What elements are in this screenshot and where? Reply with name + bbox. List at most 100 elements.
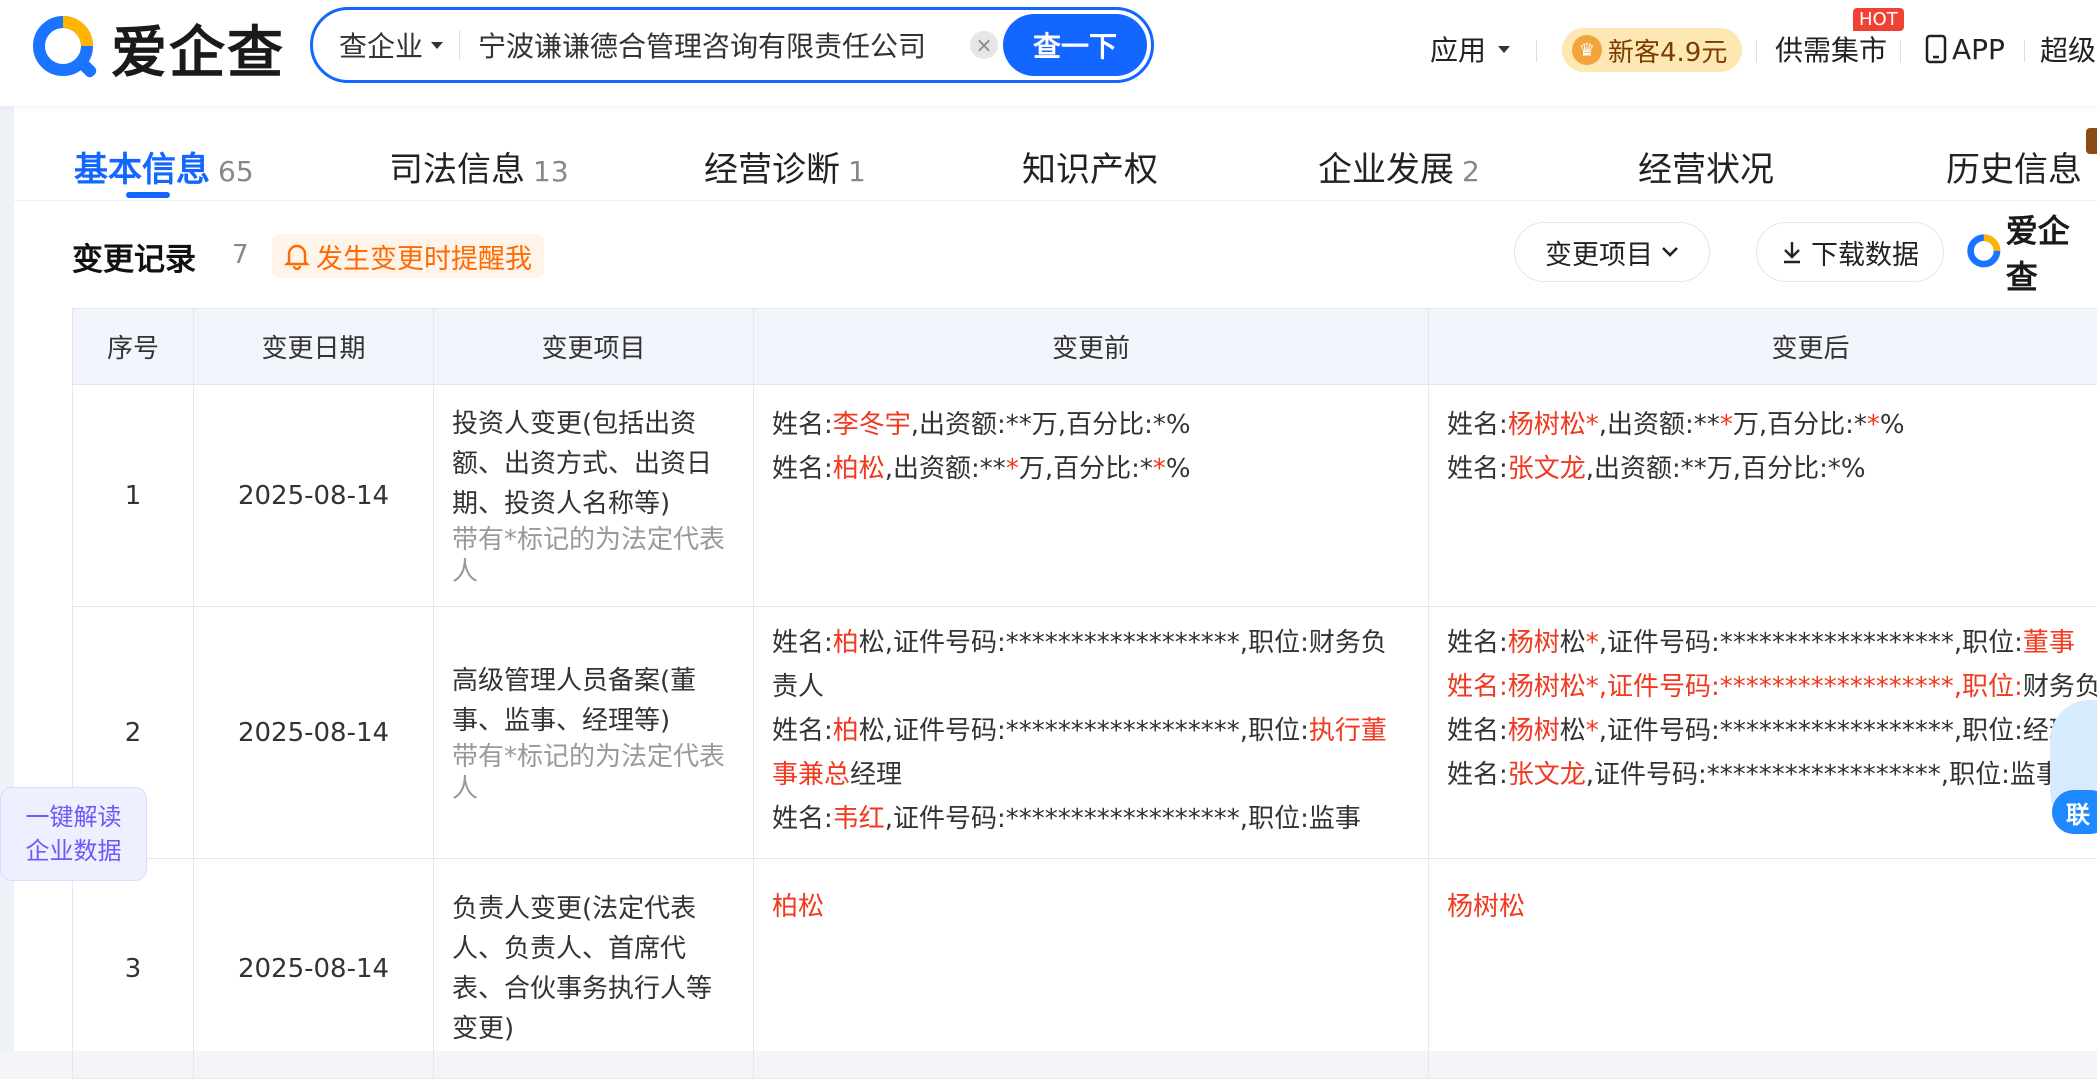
supply-demand-market-link[interactable]: 供需集市 <box>1775 26 1887 72</box>
tab-judicial-info[interactable]: 司法信息13 <box>389 142 569 191</box>
column-header: 变更项目 <box>434 309 754 385</box>
detail-text: 姓名: <box>772 716 833 746</box>
change-detail-line: 姓名:张文龙,出资额:**万,百分比:*% <box>1447 447 2097 491</box>
phone-icon <box>1924 34 1948 64</box>
logo[interactable]: 爱企查 <box>27 8 285 88</box>
tab-operation-diagnosis[interactable]: 经营诊断1 <box>704 142 866 191</box>
search-input[interactable] <box>476 28 960 63</box>
detail-text: 万,百分比:* <box>1019 454 1153 484</box>
highlighted-text: * <box>1720 410 1733 440</box>
detail-text: 经理 <box>850 760 902 790</box>
change-detail-line: 姓名:张文龙,证件号码:******************,职位:监事 <box>1447 753 2097 797</box>
change-detail-line: 姓名:柏松,出资额:***万,百分比:**% <box>772 447 1410 491</box>
search-type-dropdown[interactable]: 查企业 <box>339 25 443 65</box>
tab-bar: 基本信息65 司法信息13 经营诊断1 知识产权 企业发展2 经营状况 历史信息 <box>14 106 2097 201</box>
change-item-filter[interactable]: 变更项目 <box>1514 222 1710 282</box>
column-header: 变更后 <box>1429 309 2097 385</box>
contact-button[interactable]: 联 <box>2052 790 2097 834</box>
left-margin <box>0 106 14 1051</box>
new-customer-promo[interactable]: ♛ 新客4.9元 <box>1562 28 1742 72</box>
after-cell: 姓名:杨树松*,出资额:***万,百分比:**%姓名:张文龙,出资额:**万,百… <box>1429 385 2097 607</box>
highlighted-text: 柏 <box>833 716 859 746</box>
table-row: 3 2025-08-14 负责人变更(法定代表人、负责人、首席代表、合伙事务执行… <box>73 859 2097 1079</box>
change-item-cell: 投资人变更(包括出资额、出资方式、出资日期、投资人名称等) 带有*标记的为法定代… <box>434 385 754 607</box>
highlighted-text: 杨树松* <box>1508 410 1599 440</box>
tab-count: 2 <box>1462 155 1480 188</box>
divider <box>1536 40 1537 62</box>
detail-text: ,出资额:**万,百分比:*% <box>1586 454 1866 484</box>
change-item-cell: 负责人变更(法定代表人、负责人、首席代表、合伙事务执行人等变更) <box>434 859 754 1079</box>
detail-text: 松,证件号码:******************,职位: <box>859 716 1309 746</box>
highlighted-text: 柏松 <box>772 892 824 922</box>
active-tab-indicator <box>126 192 170 198</box>
before-cell: 姓名:柏松,证件号码:******************,职位:财务负责人姓名… <box>754 607 1429 859</box>
section-title: 变更记录 <box>72 234 196 279</box>
tab-label: 经营诊断 <box>704 150 840 190</box>
divider <box>1900 40 1901 62</box>
before-cell: 柏松 <box>754 859 1429 1079</box>
tab-intellectual-property[interactable]: 知识产权 <box>1022 142 1158 191</box>
detail-text: 姓名: <box>772 410 833 440</box>
change-detail-line: 姓名:杨树松*,证件号码:******************,职位:董事 <box>1447 621 2097 665</box>
download-data-button[interactable]: 下载数据 <box>1756 222 1944 282</box>
main-card: 基本信息65 司法信息13 经营诊断1 知识产权 企业发展2 经营状况 历史信息… <box>14 106 2097 1051</box>
detail-text: % <box>1880 410 1905 440</box>
tab-count: 65 <box>218 155 254 188</box>
detail-text: ,出资额:** <box>885 454 1006 484</box>
tab-basic-info[interactable]: 基本信息65 <box>74 142 254 191</box>
detail-text: 松 <box>1560 628 1586 658</box>
clear-icon[interactable]: × <box>970 31 998 59</box>
change-item: 高级管理人员备案(董事、监事、经理等) <box>452 661 735 741</box>
corner-decoration <box>2086 128 2097 154</box>
highlighted-text: * <box>1153 454 1166 484</box>
column-header: 变更前 <box>754 309 1429 385</box>
detail-text: 姓名: <box>772 628 833 658</box>
highlighted-text: 张文龙 <box>1508 454 1586 484</box>
highlighted-text: 柏 <box>833 628 859 658</box>
app-label: APP <box>1952 33 2005 66</box>
search-button[interactable]: 查一下 <box>1003 14 1147 76</box>
tab-label: 历史信息 <box>1946 150 2082 190</box>
change-date: 2025-08-14 <box>194 859 434 1079</box>
tab-enterprise-development[interactable]: 企业发展2 <box>1318 142 1480 191</box>
row-number: 1 <box>73 385 194 607</box>
row-number: 3 <box>73 859 194 1079</box>
apps-menu[interactable]: 应用 <box>1430 26 1510 72</box>
tab-label: 基本信息 <box>74 150 210 190</box>
column-header: 序号 <box>73 309 194 385</box>
chevron-down-icon <box>1661 246 1679 258</box>
legal-rep-note: 带有*标记的为法定代表人 <box>452 524 735 588</box>
one-click-interpret-button[interactable]: 一键解读 企业数据 <box>0 787 147 881</box>
legal-rep-note: 带有*标记的为法定代表人 <box>452 741 735 805</box>
chevron-down-icon <box>431 42 443 49</box>
change-remind-button[interactable]: 发生变更时提醒我 <box>272 234 544 278</box>
divider <box>2024 40 2025 62</box>
detail-text: ,证件号码:******************,职位:监事 <box>1586 760 2062 790</box>
change-detail-line: 姓名:杨树松*,出资额:***万,百分比:**% <box>1447 403 2097 447</box>
tab-history-info[interactable]: 历史信息 <box>1946 142 2082 191</box>
change-detail-line: 姓名:杨树松*,证件号码:******************,职位:财务负责人 <box>1447 665 2097 709</box>
super-member-link[interactable]: 超级 <box>2040 26 2096 72</box>
change-detail-line: 姓名:李冬宇,出资额:**万,百分比:*% <box>772 403 1410 447</box>
after-cell: 姓名:杨树松*,证件号码:******************,职位:董事姓名:… <box>1429 607 2097 859</box>
tab-label: 经营状况 <box>1638 150 1774 190</box>
remind-label: 发生变更时提醒我 <box>316 237 532 276</box>
highlighted-text: * <box>1867 410 1880 440</box>
filter-label: 变更项目 <box>1545 233 1653 272</box>
super-label: 超级 <box>2040 29 2096 69</box>
divider <box>1756 40 1757 62</box>
change-detail-line: 柏松 <box>772 885 1410 929</box>
detail-text: ,出资额:**万,百分比:*% <box>911 410 1191 440</box>
change-detail-line: 姓名:韦红,证件号码:******************,职位:监事 <box>772 797 1410 841</box>
app-download-link[interactable]: APP <box>1924 26 2005 72</box>
section-count: 7 <box>232 240 249 270</box>
change-item: 负责人变更(法定代表人、负责人、首席代表、合伙事务执行人等变更) <box>452 889 735 1049</box>
apps-menu-label: 应用 <box>1430 29 1486 69</box>
detail-text: 万,百分比:* <box>1733 410 1867 440</box>
tab-business-status[interactable]: 经营状况 <box>1638 142 1774 191</box>
change-date: 2025-08-14 <box>194 607 434 859</box>
table-row: 2 2025-08-14 高级管理人员备案(董事、监事、经理等) 带有*标记的为… <box>73 607 2097 859</box>
detail-text: ,证件号码:******************,职位: <box>1599 628 2023 658</box>
detail-text: 姓名: <box>1447 454 1508 484</box>
change-date: 2025-08-14 <box>194 385 434 607</box>
